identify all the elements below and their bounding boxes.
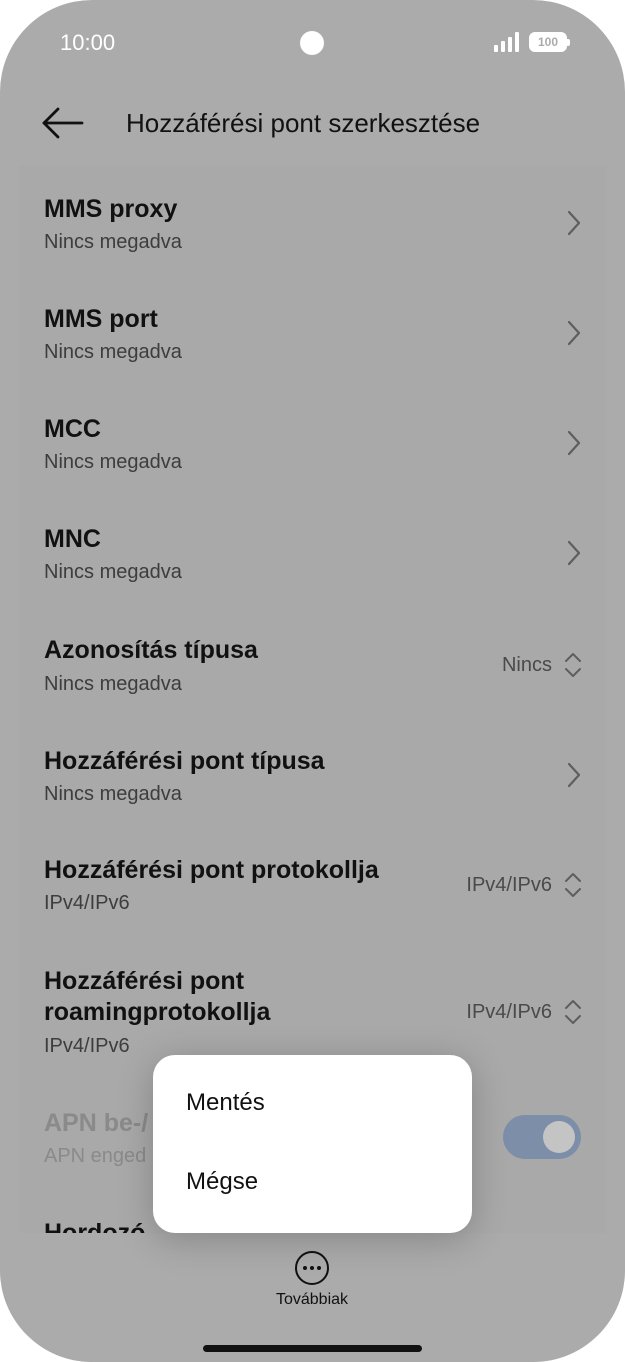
- item-subtitle: IPv4/IPv6: [44, 892, 130, 914]
- item-title: MMS proxy: [44, 195, 178, 223]
- item-title: Hordozó: [44, 1219, 146, 1233]
- updown-icon: [565, 653, 581, 677]
- home-indicator[interactable]: [203, 1345, 422, 1352]
- status-bar: 10:00 100: [0, 0, 625, 90]
- chevron-right-icon: [567, 762, 581, 788]
- item-value: IPv4/IPv6: [466, 1001, 552, 1023]
- more-button[interactable]: Továbbiak: [262, 1251, 362, 1315]
- apn-enable-toggle[interactable]: [503, 1115, 581, 1159]
- item-subtitle: Nincs megadva: [44, 673, 182, 695]
- chevron-right-icon: [567, 210, 581, 236]
- item-title-line1: Hozzáférési pont: [44, 967, 245, 995]
- arrow-left-icon: [42, 107, 84, 139]
- list-item-mms-proxy[interactable]: MMS proxy Nincs megadva: [19, 166, 606, 276]
- page-title: Hozzáférési pont szerkesztése: [126, 108, 481, 138]
- camera-dot: [300, 31, 324, 55]
- item-title: Hozzáférési pont típusa: [44, 747, 325, 775]
- more-label: Továbbiak: [275, 1291, 349, 1308]
- save-label: Mentés: [186, 1089, 265, 1116]
- item-title: Azonosítás típusa: [44, 636, 258, 664]
- chevron-right-icon: [567, 540, 581, 566]
- chevron-right-icon: [567, 320, 581, 346]
- toggle-knob: [543, 1121, 575, 1153]
- cancel-menu-item[interactable]: Mégse: [153, 1144, 472, 1223]
- chevron-right-icon: [567, 430, 581, 456]
- more-horizontal-icon: [295, 1251, 329, 1285]
- list-item-auth-type[interactable]: Azonosítás típusa Nincs megadva Nincs: [19, 606, 606, 716]
- header: Hozzáférési pont szerkesztése: [0, 90, 625, 166]
- item-subtitle: Nincs megadva: [44, 451, 182, 473]
- save-menu-item[interactable]: Mentés: [153, 1065, 472, 1144]
- bottom-bar: Továbbiak: [0, 1233, 625, 1362]
- item-subtitle: Nincs megadva: [44, 341, 182, 363]
- item-subtitle: APN enged: [44, 1145, 147, 1167]
- item-title: APN be-/: [44, 1109, 149, 1137]
- phone-screen: 10:00 100 Hozzáférési pont szerkesztése …: [0, 0, 625, 1362]
- popup-menu: Mentés Mégse: [153, 1055, 472, 1233]
- list-item-mms-port[interactable]: MMS port Nincs megadva: [19, 276, 606, 386]
- item-subtitle: Nincs megadva: [44, 231, 182, 253]
- item-title: MMS port: [44, 305, 158, 333]
- back-button[interactable]: [38, 102, 88, 144]
- item-title: Hozzáférési pont protokollja: [44, 856, 379, 884]
- item-subtitle: Nincs megadva: [44, 561, 182, 583]
- cancel-label: Mégse: [186, 1168, 259, 1195]
- list-item-apn-protocol[interactable]: Hozzáférési pont protokollja IPv4/IPv6 I…: [19, 826, 606, 936]
- item-value: Nincs: [501, 654, 552, 676]
- list-item-apn-type[interactable]: Hozzáférési pont típusa Nincs megadva: [19, 716, 606, 826]
- item-title: MNC: [44, 525, 101, 553]
- item-subtitle: Nincs megadva: [44, 783, 182, 805]
- list-item-mcc[interactable]: MCC Nincs megadva: [19, 386, 606, 496]
- status-time: 10:00: [60, 30, 116, 55]
- updown-icon: [565, 1000, 581, 1024]
- signal-icon: [494, 32, 520, 52]
- list-item-mnc[interactable]: MNC Nincs megadva: [19, 496, 606, 606]
- updown-icon: [565, 873, 581, 897]
- item-value: IPv4/IPv6: [466, 874, 552, 896]
- item-title-line2: roamingprotokollja: [44, 998, 271, 1026]
- battery-icon: 100: [529, 32, 570, 52]
- item-title: MCC: [44, 415, 101, 443]
- item-subtitle: IPv4/IPv6: [44, 1035, 130, 1057]
